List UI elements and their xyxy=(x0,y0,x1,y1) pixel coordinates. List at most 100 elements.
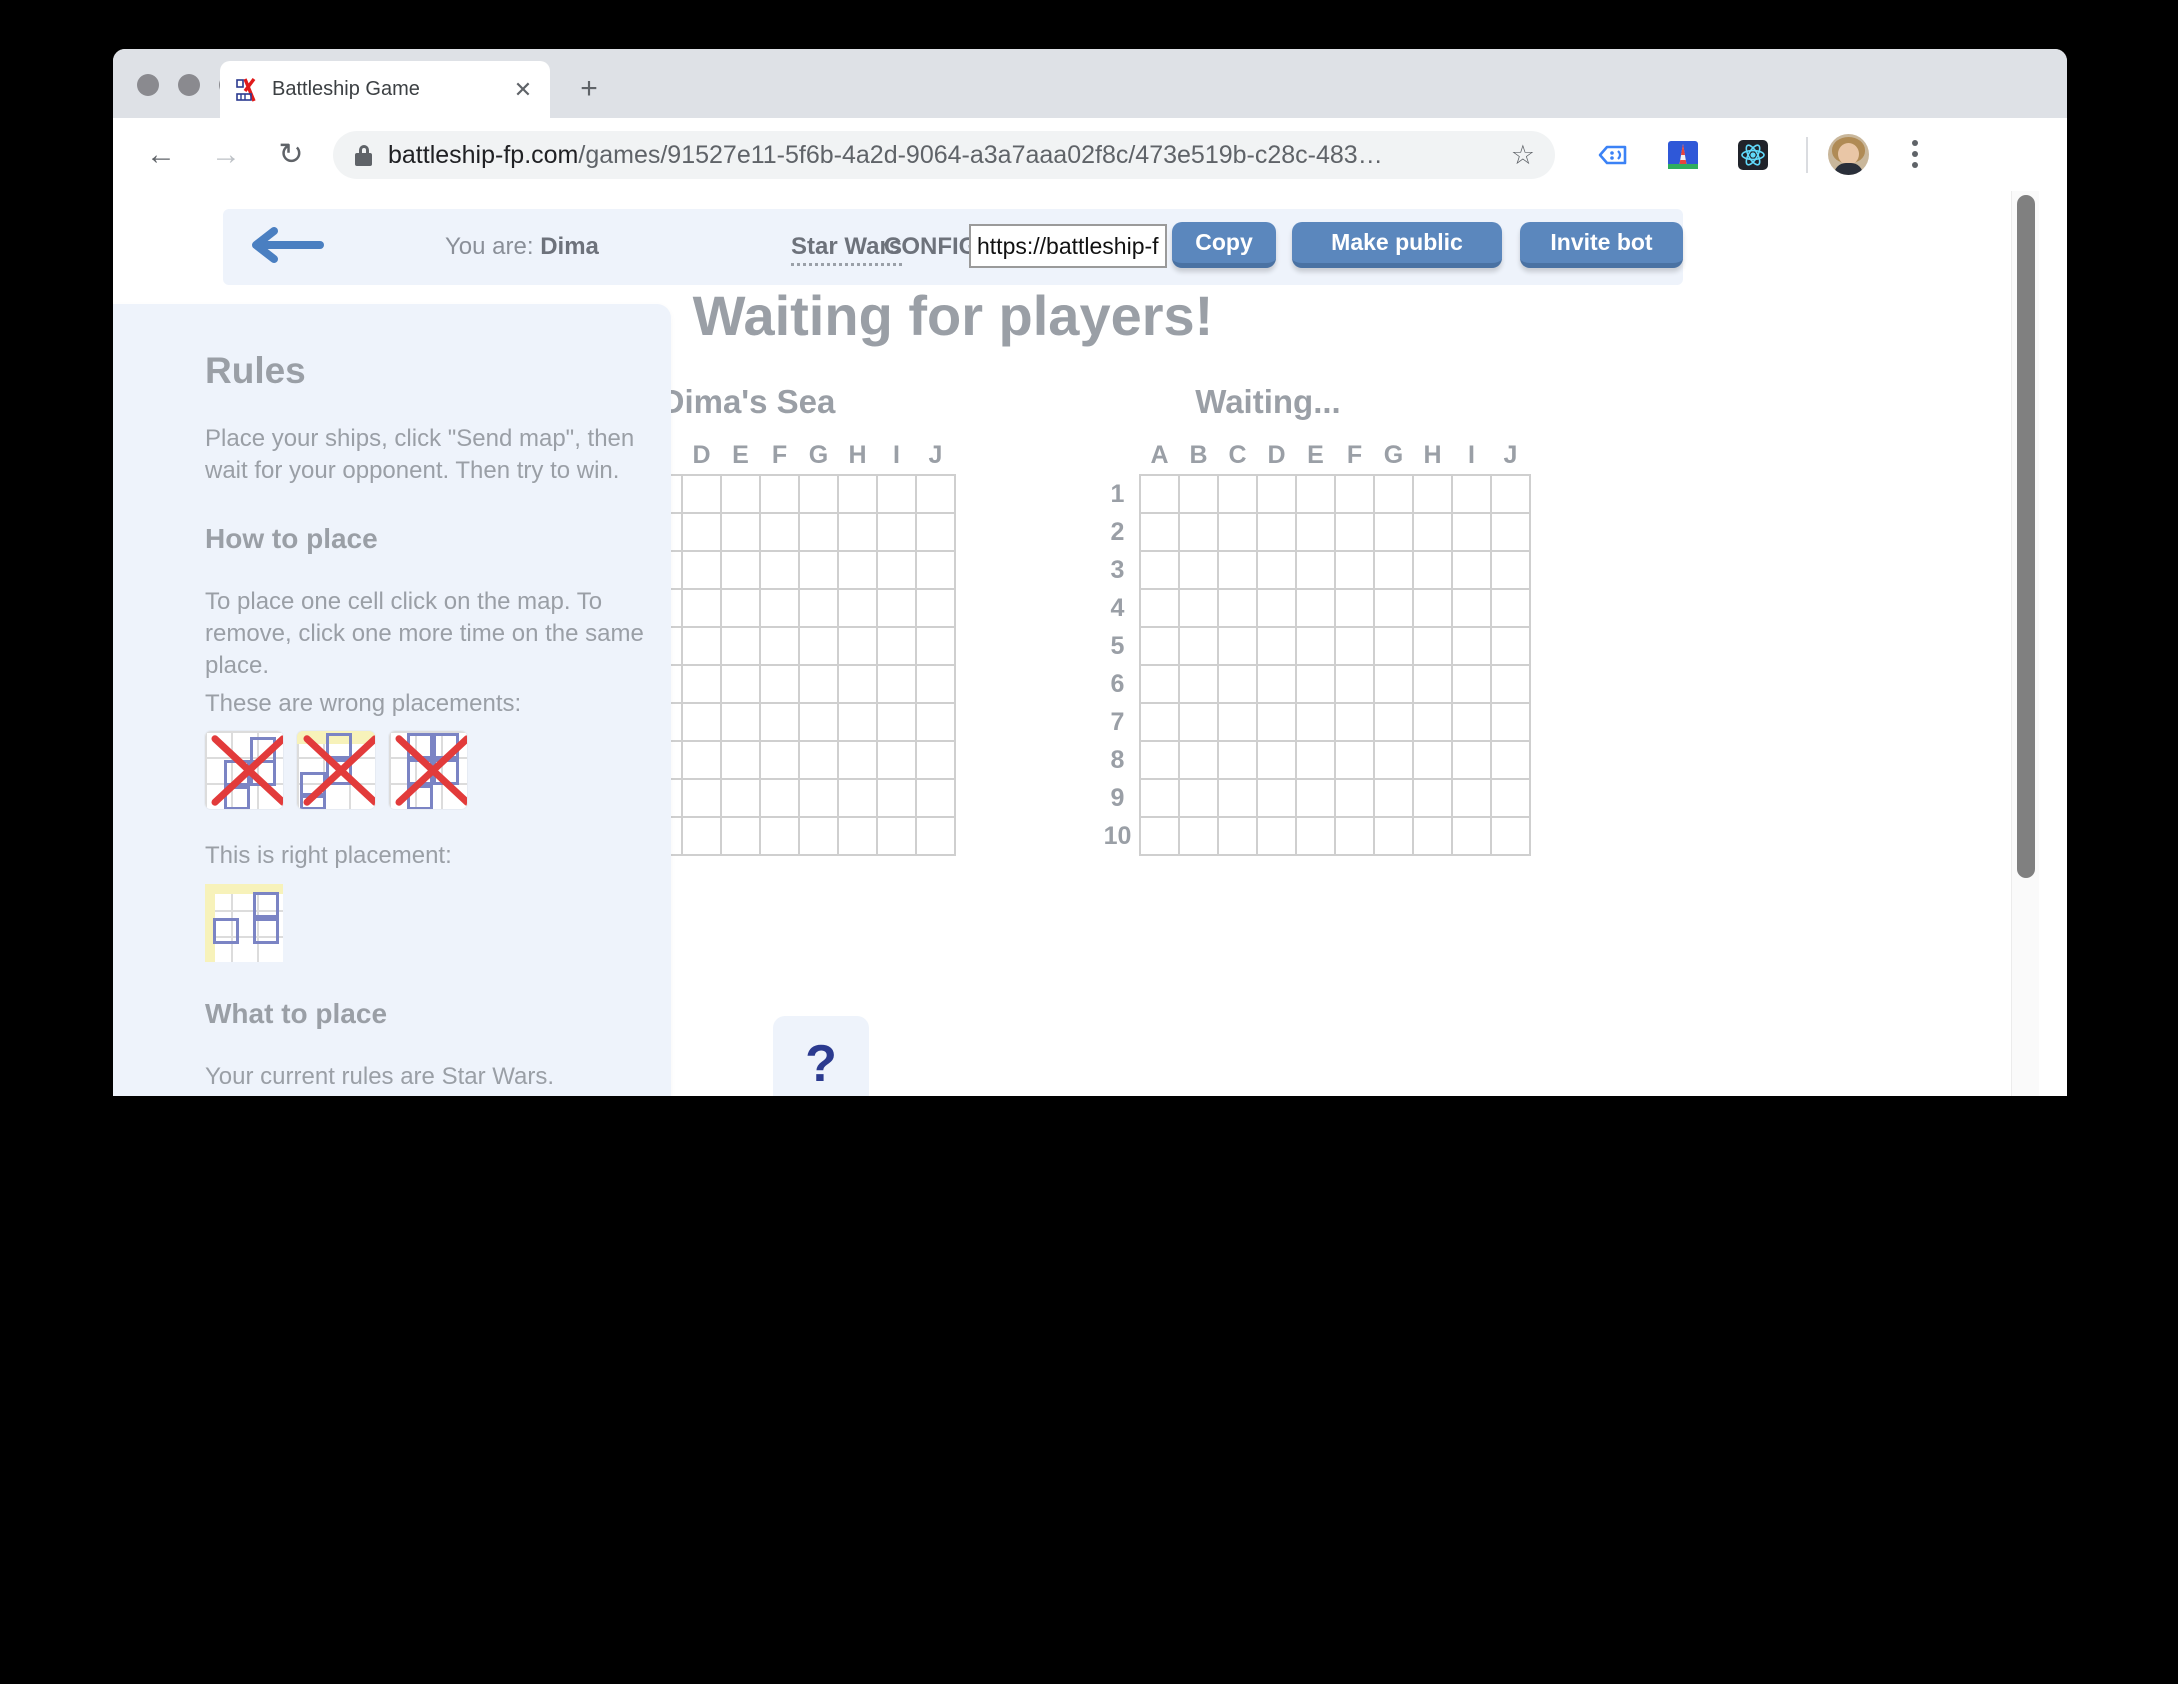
opponent-board-cell-F2[interactable] xyxy=(1334,512,1375,552)
my-board-cell-F6[interactable] xyxy=(759,664,800,704)
my-board-cell-D3[interactable] xyxy=(681,550,722,590)
browser-back-button[interactable]: ← xyxy=(141,135,181,175)
opponent-board-cell-H4[interactable] xyxy=(1412,588,1453,628)
opponent-board-cell-I5[interactable] xyxy=(1451,626,1492,666)
my-board-cell-F5[interactable] xyxy=(759,626,800,666)
my-board-cell-G10[interactable] xyxy=(798,816,839,856)
opponent-board-cell-H8[interactable] xyxy=(1412,740,1453,780)
my-board-cell-G7[interactable] xyxy=(798,702,839,742)
config-label[interactable]: CONFIG xyxy=(884,233,977,261)
my-board-cell-J9[interactable] xyxy=(915,778,956,818)
opponent-board-cell-F6[interactable] xyxy=(1334,664,1375,704)
opponent-board-cell-G9[interactable] xyxy=(1373,778,1414,818)
opponent-board-cell-G8[interactable] xyxy=(1373,740,1414,780)
my-board-cell-J5[interactable] xyxy=(915,626,956,666)
opponent-board-cell-E7[interactable] xyxy=(1295,702,1336,742)
opponent-board-cell-J8[interactable] xyxy=(1490,740,1531,780)
opponent-board-cell-D4[interactable] xyxy=(1256,588,1297,628)
opponent-board-cell-F1[interactable] xyxy=(1334,474,1375,514)
my-board-cell-D7[interactable] xyxy=(681,702,722,742)
opponent-board-cell-J7[interactable] xyxy=(1490,702,1531,742)
opponent-board-cell-F9[interactable] xyxy=(1334,778,1375,818)
opponent-board-cell-G6[interactable] xyxy=(1373,664,1414,704)
opponent-board-cell-D8[interactable] xyxy=(1256,740,1297,780)
close-window-button[interactable] xyxy=(137,74,159,96)
opponent-board-cell-H7[interactable] xyxy=(1412,702,1453,742)
my-board-cell-H7[interactable] xyxy=(837,702,878,742)
opponent-board-cell-C8[interactable] xyxy=(1217,740,1258,780)
opponent-board-cell-E2[interactable] xyxy=(1295,512,1336,552)
avatar[interactable] xyxy=(1828,134,1869,175)
my-board-cell-I2[interactable] xyxy=(876,512,917,552)
opponent-board-cell-A4[interactable] xyxy=(1139,588,1180,628)
my-board-cell-I4[interactable] xyxy=(876,588,917,628)
opponent-board-cell-C7[interactable] xyxy=(1217,702,1258,742)
my-board-cell-H1[interactable] xyxy=(837,474,878,514)
opponent-board-cell-D10[interactable] xyxy=(1256,816,1297,856)
opponent-board-cell-C10[interactable] xyxy=(1217,816,1258,856)
my-board-cell-D4[interactable] xyxy=(681,588,722,628)
opponent-board-cell-G7[interactable] xyxy=(1373,702,1414,742)
my-board-cell-D2[interactable] xyxy=(681,512,722,552)
copy-button[interactable]: Copy xyxy=(1172,222,1276,268)
opponent-board-cell-H6[interactable] xyxy=(1412,664,1453,704)
opponent-board-cell-D3[interactable] xyxy=(1256,550,1297,590)
opponent-board-cell-A10[interactable] xyxy=(1139,816,1180,856)
opponent-board-cell-F5[interactable] xyxy=(1334,626,1375,666)
my-board-cell-J4[interactable] xyxy=(915,588,956,628)
my-board-cell-E5[interactable] xyxy=(720,626,761,666)
opponent-board-cell-A9[interactable] xyxy=(1139,778,1180,818)
browser-menu-button[interactable] xyxy=(1895,134,1935,174)
opponent-board-cell-I2[interactable] xyxy=(1451,512,1492,552)
opponent-board-cell-H3[interactable] xyxy=(1412,550,1453,590)
page-scrollbar-track[interactable] xyxy=(2011,191,2039,1096)
page-scrollbar-thumb[interactable] xyxy=(2017,195,2035,878)
my-board-cell-H4[interactable] xyxy=(837,588,878,628)
my-board-cell-F9[interactable] xyxy=(759,778,800,818)
opponent-board-cell-F8[interactable] xyxy=(1334,740,1375,780)
opponent-board-cell-G3[interactable] xyxy=(1373,550,1414,590)
my-board-cell-E2[interactable] xyxy=(720,512,761,552)
my-board-cell-J8[interactable] xyxy=(915,740,956,780)
opponent-board-cell-E10[interactable] xyxy=(1295,816,1336,856)
opponent-board-cell-J3[interactable] xyxy=(1490,550,1531,590)
my-board-cell-E10[interactable] xyxy=(720,816,761,856)
opponent-board-cell-D9[interactable] xyxy=(1256,778,1297,818)
my-board-cell-I5[interactable] xyxy=(876,626,917,666)
opponent-board-cell-D1[interactable] xyxy=(1256,474,1297,514)
opponent-board-cell-I10[interactable] xyxy=(1451,816,1492,856)
my-board-cell-I10[interactable] xyxy=(876,816,917,856)
opponent-board-cell-H2[interactable] xyxy=(1412,512,1453,552)
opponent-board-cell-C6[interactable] xyxy=(1217,664,1258,704)
opponent-board-cell-E8[interactable] xyxy=(1295,740,1336,780)
my-board-cell-J1[interactable] xyxy=(915,474,956,514)
opponent-board-cell-C4[interactable] xyxy=(1217,588,1258,628)
my-board-cell-E1[interactable] xyxy=(720,474,761,514)
opponent-board-cell-H10[interactable] xyxy=(1412,816,1453,856)
opponent-board-cell-F7[interactable] xyxy=(1334,702,1375,742)
react-devtools-extension-icon[interactable] xyxy=(1736,138,1770,172)
my-board-cell-F8[interactable] xyxy=(759,740,800,780)
address-bar[interactable]: battleship-fp.com/games/91527e11-5f6b-4a… xyxy=(333,131,1555,179)
opponent-board-cell-A6[interactable] xyxy=(1139,664,1180,704)
opponent-board-cell-F10[interactable] xyxy=(1334,816,1375,856)
opponent-board-cell-A2[interactable] xyxy=(1139,512,1180,552)
opponent-board-cell-B8[interactable] xyxy=(1178,740,1219,780)
opponent-board-cell-J10[interactable] xyxy=(1490,816,1531,856)
my-board-cell-H6[interactable] xyxy=(837,664,878,704)
my-board-cell-G4[interactable] xyxy=(798,588,839,628)
opponent-board-cell-A7[interactable] xyxy=(1139,702,1180,742)
my-board-cell-E4[interactable] xyxy=(720,588,761,628)
opponent-board-cell-G1[interactable] xyxy=(1373,474,1414,514)
opponent-board-cell-C9[interactable] xyxy=(1217,778,1258,818)
opponent-board-cell-A5[interactable] xyxy=(1139,626,1180,666)
my-board-cell-E3[interactable] xyxy=(720,550,761,590)
my-board-cell-G8[interactable] xyxy=(798,740,839,780)
opponent-board-cell-F4[interactable] xyxy=(1334,588,1375,628)
opponent-board-cell-C1[interactable] xyxy=(1217,474,1258,514)
opponent-board-cell-H1[interactable] xyxy=(1412,474,1453,514)
opponent-board-cell-E6[interactable] xyxy=(1295,664,1336,704)
opponent-board-cell-I6[interactable] xyxy=(1451,664,1492,704)
my-board-cell-E8[interactable] xyxy=(720,740,761,780)
opponent-board-cell-J4[interactable] xyxy=(1490,588,1531,628)
